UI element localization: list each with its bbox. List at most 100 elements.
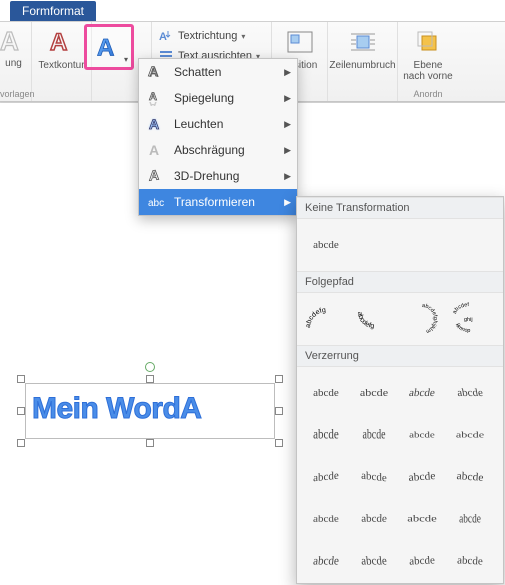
resize-handle[interactable] (17, 407, 25, 415)
submenu-arrow-icon: ▶ (284, 93, 291, 104)
section-no-transform: Keine Transformation (297, 197, 503, 219)
resize-handle[interactable] (275, 439, 283, 447)
svg-text:A: A (149, 168, 159, 184)
warp-option-6[interactable]: abcde (399, 419, 445, 451)
texteffects-icon: A (94, 32, 124, 62)
warp-option-12[interactable]: abcde (300, 502, 352, 540)
textkontur-label: Textkontur (38, 60, 84, 71)
svg-text:abcdefg: abcdefg (306, 307, 326, 328)
warp-option-8[interactable]: abcde (303, 455, 349, 500)
follow-path-circle[interactable]: abcdefghijklm (399, 299, 445, 339)
follow-path-arch-up[interactable]: abcdefg (303, 299, 349, 339)
svg-text:A: A (97, 34, 115, 61)
menu-label: Schatten (174, 65, 221, 79)
svg-text:A: A (159, 31, 167, 43)
texteffects-button[interactable]: A ▾ (84, 24, 134, 70)
svg-text:A: A (148, 64, 158, 79)
wrap-text-icon (347, 26, 379, 58)
glow-icon: AA (147, 116, 167, 132)
warp-option-15[interactable]: abcde (450, 496, 489, 542)
transform-none[interactable]: abcde (303, 225, 349, 265)
warp-option-4[interactable]: abcde (303, 411, 349, 459)
resize-handle[interactable] (17, 375, 25, 383)
chevron-down-icon: ▾ (241, 32, 245, 41)
wordart-styles-truncated: A (1, 26, 27, 58)
svg-text:A: A (149, 142, 159, 158)
follow-path-arch-down[interactable]: abcdefg (351, 299, 397, 339)
menu-spiegelung[interactable]: AA Spiegelung ▶ (139, 85, 297, 111)
resize-handle[interactable] (275, 375, 283, 383)
svg-text:abcdef: abcdef (452, 302, 470, 315)
submenu-arrow-icon: ▶ (284, 171, 291, 182)
ebene-button[interactable]: Ebene nach vorne (401, 26, 455, 82)
warp-option-16[interactable]: abcde (301, 539, 352, 583)
reflection-icon: AA (147, 90, 167, 106)
group-styles-label: atvorlagen (0, 89, 35, 99)
warp-option-13[interactable]: abcde (348, 498, 400, 536)
warp-option-11[interactable]: abcde (445, 455, 496, 498)
zeilenumbruch-button[interactable]: Zeilenumbruch (330, 26, 396, 71)
svg-text:abcdefg: abcdefg (356, 311, 375, 330)
svg-text:abc: abc (148, 198, 164, 209)
menu-label: Abschrägung (174, 143, 245, 157)
textkontur-button[interactable]: A Textkontur (35, 26, 89, 71)
transform-flyout: Keine Transformation abcde Folgepfad abc… (296, 196, 504, 584)
warp-option-1[interactable]: abcde (349, 373, 400, 413)
warp-option-9[interactable]: abcde (351, 455, 397, 500)
menu-schatten[interactable]: AA Schatten ▶ (139, 59, 297, 85)
warp-option-7[interactable]: abcde (445, 419, 496, 451)
warp-option-3[interactable]: abcde (443, 373, 496, 413)
menu-leuchten[interactable]: AA Leuchten ▶ (139, 111, 297, 137)
resize-handle[interactable] (146, 439, 154, 447)
section-follow-path: Folgepfad (297, 271, 503, 293)
textrichtung-button[interactable]: A Textrichtung ▾ (158, 26, 245, 46)
resize-handle[interactable] (17, 439, 25, 447)
bevel-icon: A (147, 142, 167, 158)
svg-text:klmnop: klmnop (454, 323, 471, 334)
submenu-arrow-icon: ▶ (284, 67, 291, 78)
submenu-arrow-icon: ▶ (284, 119, 291, 130)
section-warp: Verzerrung (297, 345, 503, 367)
submenu-arrow-icon: ▶ (284, 197, 291, 208)
submenu-arrow-icon: ▶ (284, 145, 291, 156)
warp-option-0[interactable]: abcde (303, 373, 349, 413)
transform-icon: abc (147, 194, 167, 210)
svg-text:abcdefghijklm: abcdefghijklm (422, 303, 438, 334)
texteffects-menu: AA Schatten▶ AA Spiegelung▶ AA Leuchten▶… (138, 58, 298, 216)
svg-text:A: A (50, 29, 67, 56)
warp-option-10[interactable]: abcde (397, 455, 448, 498)
rotate-handle[interactable] (145, 362, 155, 372)
menu-label: 3D-Drehung (174, 169, 239, 183)
group-arrange-label: Anordn (413, 89, 442, 99)
menu-label: Leuchten (174, 117, 223, 131)
shadow-icon: AA (147, 64, 167, 80)
svg-text:A: A (149, 116, 159, 132)
resize-handle[interactable] (146, 375, 154, 383)
warp-option-5[interactable]: abcde (353, 411, 394, 459)
ebene-label: Ebene nach vorne (403, 60, 452, 82)
warp-option-17[interactable]: abcde (349, 539, 400, 583)
resize-handle[interactable] (275, 407, 283, 415)
warp-option-2[interactable]: abcde (395, 373, 448, 413)
warp-option-14[interactable]: abcde (396, 501, 449, 537)
warp-option-18[interactable]: abcde (398, 540, 446, 582)
zeilenumbruch-label: Zeilenumbruch (329, 60, 395, 71)
tab-formformat[interactable]: Formformat (10, 1, 96, 21)
position-icon (284, 26, 316, 58)
menu-label: Transformieren (174, 195, 255, 209)
follow-path-button[interactable]: abcdef ghijklmnop (447, 299, 493, 339)
warp-option-19[interactable]: abcde (446, 540, 494, 582)
dropdown-caret-icon: ▾ (124, 55, 128, 64)
menu-abschraegung[interactable]: A Abschrägung ▶ (139, 137, 297, 163)
text-direction-icon: A (158, 28, 174, 44)
menu-label: Spiegelung (174, 91, 234, 105)
menu-transformieren[interactable]: abc Transformieren ▶ (139, 189, 297, 215)
menu-3d-drehung[interactable]: A 3D-Drehung ▶ (139, 163, 297, 189)
svg-text:A: A (149, 99, 157, 106)
tab-bar: Formformat (0, 0, 505, 22)
rotation-icon: A (147, 168, 167, 184)
svg-text:ghij: ghij (464, 317, 473, 323)
truncated-label: ung (5, 58, 22, 69)
wordart-object[interactable]: Mein WordA (25, 383, 275, 439)
textrichtung-label: Textrichtung (178, 30, 237, 42)
